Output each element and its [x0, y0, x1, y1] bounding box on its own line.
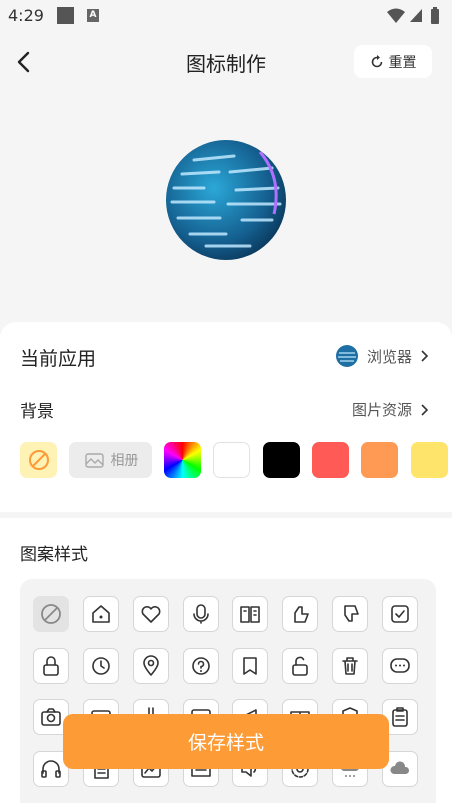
image-resource-label: 图片资源 [351, 401, 412, 419]
save-style-button[interactable]: 保存样式 [63, 714, 389, 769]
background-swatches: 相册 [0, 442, 452, 478]
chevron-right-icon [421, 403, 429, 416]
question-icon [192, 657, 210, 675]
chat-icon [390, 658, 410, 673]
pattern-grid [20, 579, 436, 803]
no-background-swatch[interactable] [20, 442, 57, 478]
image-icon [84, 453, 104, 468]
home-icon [92, 605, 110, 623]
pattern-option[interactable] [232, 596, 268, 632]
heart-icon [141, 605, 161, 623]
reset-label: 重置 [388, 54, 417, 71]
thumbs-down-icon [344, 605, 359, 622]
thumbs-up-icon [294, 606, 309, 623]
color-picker-swatch[interactable] [164, 442, 201, 478]
pattern-option[interactable] [382, 648, 418, 684]
album-label: 相册 [110, 453, 139, 469]
pattern-option[interactable] [332, 648, 368, 684]
current-app-label: 当前应用 [20, 348, 97, 370]
trash-icon [342, 657, 358, 675]
pattern-option[interactable] [282, 596, 318, 632]
pattern-option[interactable] [332, 596, 368, 632]
location-icon [143, 655, 159, 676]
pattern-option[interactable] [282, 648, 318, 684]
app-header: 图标制作 重置 [0, 40, 452, 84]
clock-icon [92, 657, 110, 675]
current-app-selector[interactable]: 浏览器 [335, 344, 430, 368]
browser-app-icon [335, 345, 358, 367]
pattern-option[interactable] [133, 648, 169, 684]
pattern-option[interactable] [33, 648, 69, 684]
pattern-option[interactable] [183, 648, 219, 684]
chevron-right-icon [421, 350, 429, 362]
black-swatch[interactable] [263, 442, 300, 478]
pattern-option[interactable] [382, 596, 418, 632]
mic-icon [193, 604, 209, 624]
red-swatch[interactable] [312, 442, 349, 478]
camera-icon [41, 708, 61, 726]
unlock-icon [292, 656, 308, 676]
book-icon [240, 606, 260, 623]
headphones-icon [41, 760, 61, 778]
none-icon [28, 450, 49, 470]
pattern-option[interactable] [83, 648, 119, 684]
pattern-option[interactable] [183, 596, 219, 632]
icon-preview-globe [166, 140, 286, 260]
orange-swatch[interactable] [361, 442, 398, 478]
status-bar: 4:29 A [0, 0, 452, 32]
white-swatch[interactable] [213, 442, 250, 478]
reset-button[interactable]: 重置 [354, 45, 432, 78]
clipboard-icon [392, 707, 408, 727]
cloud-icon [390, 761, 410, 774]
pattern-option[interactable] [232, 648, 268, 684]
album-button[interactable]: 相册 [69, 442, 152, 478]
image-resource-link[interactable]: 图片资源 [352, 399, 430, 420]
checkbox-icon [391, 605, 409, 623]
notification-icon [57, 7, 74, 24]
current-app-name: 浏览器 [366, 347, 412, 366]
pattern-option[interactable] [33, 596, 69, 632]
pattern-title: 图案样式 [20, 545, 88, 565]
lock-icon [43, 656, 59, 676]
status-time: 4:29 [8, 6, 44, 25]
none-icon [41, 604, 61, 624]
yellow-swatch[interactable] [411, 442, 448, 478]
refresh-icon [371, 54, 382, 67]
settings-card: 当前应用 浏览器 背景 图片资源 相册 [0, 322, 452, 512]
status-icons [387, 7, 439, 24]
bookmark-icon [243, 657, 257, 675]
background-label: 背景 [20, 402, 54, 422]
keyboard-icon: A [87, 9, 99, 22]
pattern-option[interactable] [133, 596, 169, 632]
pattern-option[interactable] [83, 596, 119, 632]
